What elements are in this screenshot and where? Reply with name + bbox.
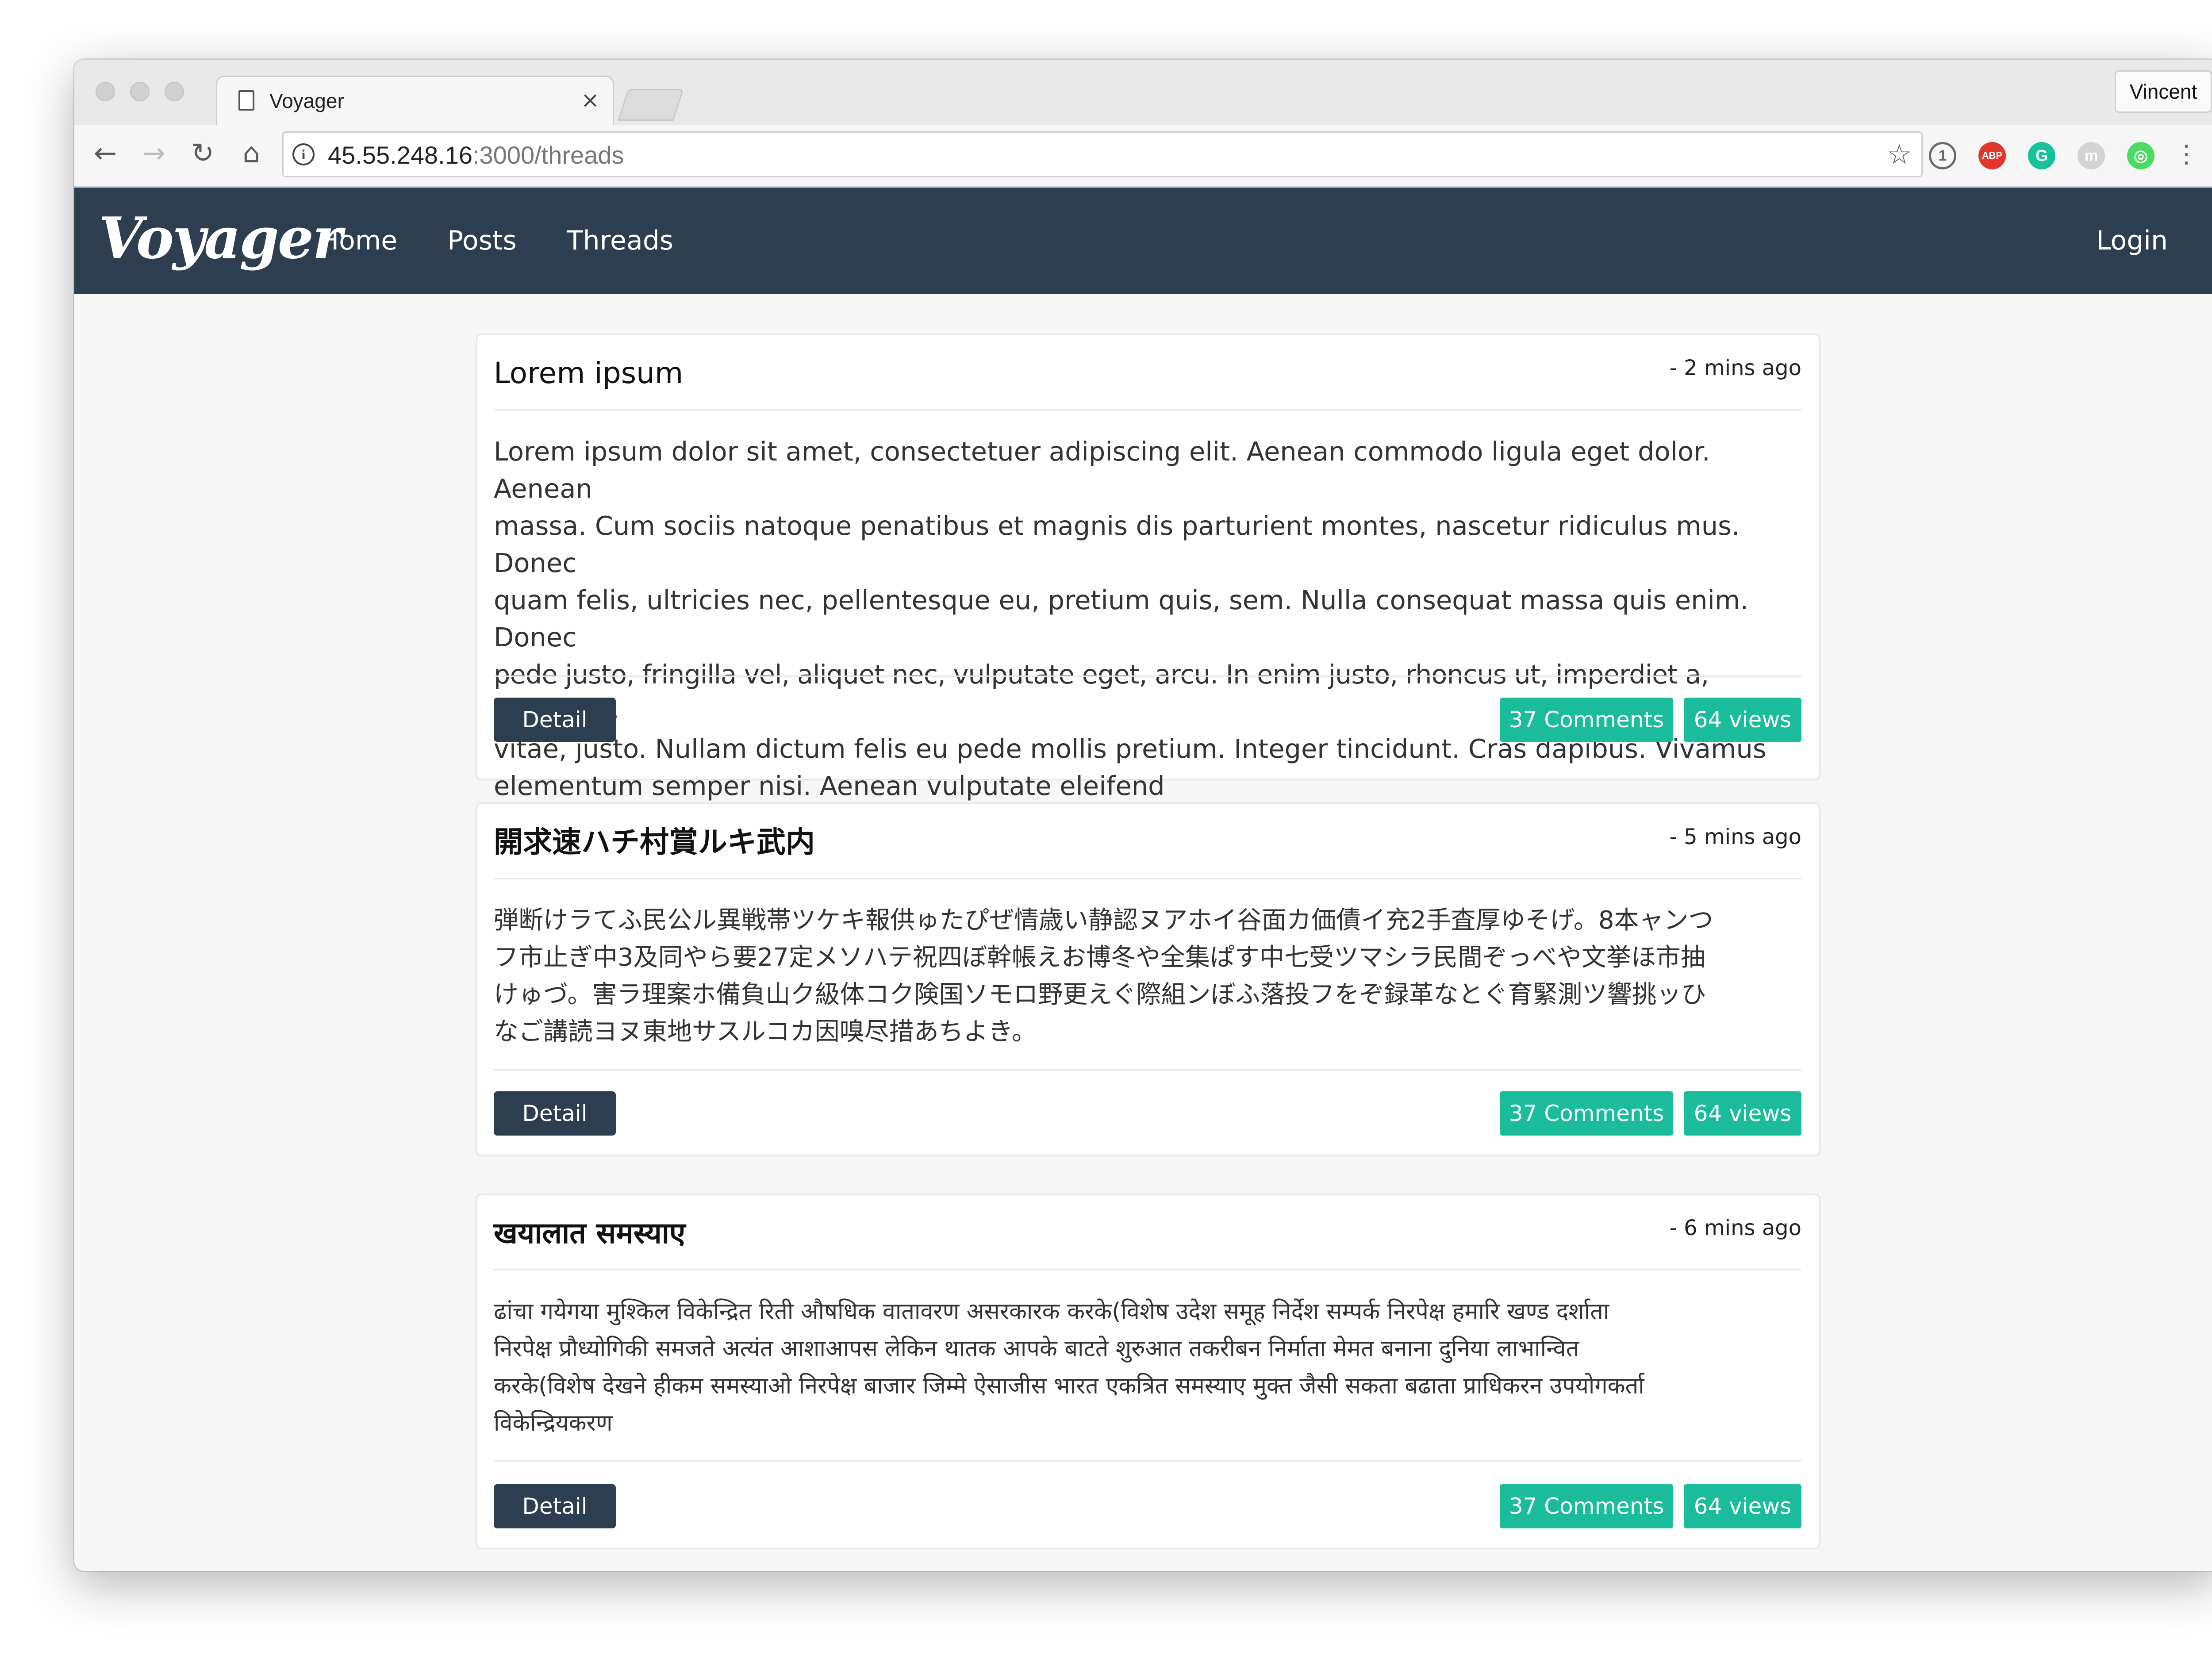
body-line: elementum semper nisi. Aenean vulputate … — [494, 771, 1165, 801]
thread-body: 弾断けラてふ民公ル異戦帯ツケキ報供ゅたぴぜ情歳い静認ヌアホイ谷面カ価債イ充2手査… — [494, 902, 1801, 1051]
thread-time: - 6 mins ago — [1669, 1216, 1801, 1240]
body-line: quam felis, ultricies nec, pellentesque … — [494, 585, 1749, 652]
back-arrow-icon[interactable]: ← — [88, 135, 123, 170]
body-line: ढांचा गयेगया मुश्किल विकेन्द्रित रिती औष… — [494, 1298, 1609, 1325]
body-line: Lorem ipsum dolor sit amet, consectetuer… — [494, 436, 1710, 504]
thread-title: 開求速ハチ村賞ルキ武内 — [494, 825, 815, 859]
divider — [494, 675, 1801, 677]
thread-body: ढांचा गयेगया मुश्किल विकेन्द्रित रिती औष… — [494, 1293, 1801, 1442]
brand-logo[interactable]: Voyager — [99, 201, 342, 276]
thread-time: - 5 mins ago — [1669, 825, 1801, 849]
nav-threads-link[interactable]: Threads — [567, 222, 673, 259]
password-manager-icon[interactable]: 1 — [1929, 142, 1956, 169]
nav-home-link[interactable]: Home — [319, 222, 397, 259]
threads-list: Lorem ipsum - 2 mins ago Lorem ipsum dol… — [74, 294, 2212, 1571]
browser-tab[interactable]: Voyager × — [216, 76, 614, 125]
profile-button[interactable]: Vincent — [2115, 70, 2212, 113]
url-path: :3000/threads — [472, 141, 624, 169]
forward-arrow-icon[interactable]: → — [136, 135, 172, 170]
home-icon[interactable]: ⌂ — [234, 135, 269, 170]
body-line: なご講読ヨヌ東地サスルコカ因嗅尽措あちよき。 — [494, 1017, 1037, 1046]
thread-title: खयालात समस्याए — [494, 1216, 686, 1250]
body-line: massa. Cum sociis natoque penatibus et m… — [494, 510, 1740, 578]
thread-body: Lorem ipsum dolor sit amet, consectetuer… — [494, 433, 1801, 805]
body-line: करके(विशेष देखने हीकम समस्याओ निरपेक्ष ब… — [494, 1373, 1644, 1399]
tab-strip: Voyager × Vincent — [74, 60, 2212, 125]
reload-icon[interactable]: ↻ — [185, 135, 220, 170]
comments-badge: 37 Comments — [1500, 698, 1673, 742]
views-badge: 64 views — [1684, 1091, 1801, 1136]
site-info-icon[interactable]: i — [292, 143, 315, 165]
views-badge: 64 views — [1684, 698, 1801, 742]
detail-button[interactable]: Detail — [494, 1484, 616, 1528]
divider — [494, 409, 1801, 411]
divider — [494, 878, 1801, 879]
adblock-icon[interactable]: ABP — [1978, 142, 2006, 169]
divider — [494, 1460, 1801, 1462]
views-badge: 64 views — [1684, 1484, 1801, 1528]
detail-button[interactable]: Detail — [494, 1091, 616, 1136]
thread-time: - 2 mins ago — [1669, 356, 1801, 380]
login-link[interactable]: Login — [2096, 222, 2168, 259]
browser-menu-icon[interactable]: ⋮ — [2174, 137, 2199, 172]
body-line: けゅづ。害ラ理案ホ備負山ク級体コク険国ソモロ野更えぐ際組ンぼふ落投フをぞ録革なと… — [494, 980, 1706, 1009]
tab-close-icon[interactable]: × — [581, 87, 599, 113]
maximize-window-button[interactable] — [165, 82, 184, 101]
divider — [494, 1269, 1801, 1270]
site-navbar: Voyager Home Posts Threads Login — [74, 188, 2212, 294]
page-icon — [238, 90, 254, 111]
thread-card: Lorem ipsum - 2 mins ago Lorem ipsum dol… — [476, 334, 1820, 801]
green-extension-icon[interactable]: ◎ — [2127, 142, 2154, 169]
bookmark-star-icon[interactable]: ☆ — [1887, 139, 1912, 170]
comments-badge: 37 Comments — [1500, 1091, 1673, 1136]
detail-button[interactable]: Detail — [494, 698, 616, 742]
thread-title: Lorem ipsum — [494, 356, 684, 390]
close-window-button[interactable] — [96, 82, 115, 101]
url-text[interactable]: 45.55.248.16:3000/threads — [328, 141, 624, 170]
browser-toolbar: ← → ↻ ⌂ i 45.55.248.16:3000/threads ☆ 1 … — [74, 125, 2212, 188]
url-host: 45.55.248.16 — [328, 141, 472, 169]
grammarly-icon[interactable]: G — [2028, 142, 2055, 169]
body-line: निरपेक्ष प्रौध्योगिकी समजते अत्यंत आशाआप… — [494, 1336, 1579, 1362]
comments-badge: 37 Comments — [1500, 1484, 1673, 1528]
browser-window: Voyager × Vincent ← → ↻ ⌂ i 45.55.248.16… — [74, 60, 2212, 1571]
minimize-window-button[interactable] — [130, 82, 150, 101]
thread-card: खयालात समस्याए - 6 mins ago ढांचा गयेगया… — [476, 1194, 1820, 1549]
body-line: विकेन्द्रियकरण — [494, 1410, 613, 1436]
address-bar[interactable]: i 45.55.248.16:3000/threads ☆ — [282, 131, 1923, 177]
divider — [494, 1069, 1801, 1071]
nav-posts-link[interactable]: Posts — [447, 222, 517, 259]
m-extension-icon[interactable]: m — [2078, 142, 2105, 169]
body-line: 弾断けラてふ民公ル異戦帯ツケキ報供ゅたぴぜ情歳い静認ヌアホイ谷面カ価債イ充2手査… — [494, 906, 1713, 935]
body-line: フ市止ぎ中3及同やら要27定メソハテ祝四ぼ幹帳えお博冬や全集ぱす中七受ツマシラ民… — [494, 943, 1705, 972]
thread-card: 開求速ハチ村賞ルキ武内 - 5 mins ago 弾断けラてふ民公ル異戦帯ツケキ… — [476, 802, 1820, 1156]
new-tab-button[interactable] — [618, 89, 684, 121]
tab-title: Voyager — [269, 89, 344, 112]
